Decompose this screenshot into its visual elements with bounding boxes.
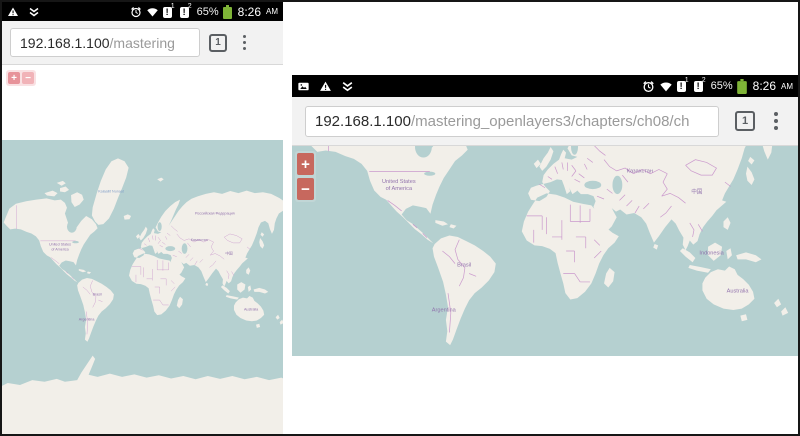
map-label-brazil: Brasil [457, 262, 471, 268]
tab-switcher-button[interactable]: 1 [735, 111, 755, 131]
url-bar[interactable]: 192.168.1.100/mastering_openlayers3/chap… [305, 105, 719, 137]
battery-icon [222, 4, 232, 19]
clock-time: 8:26 [237, 4, 261, 19]
url-bar[interactable]: 192.168.1.100/mastering [10, 28, 200, 57]
battery-icon [736, 78, 747, 94]
zoom-in-button[interactable]: + [8, 72, 20, 84]
map-label-brazil: Brasil [93, 293, 102, 297]
zoom-out-button[interactable]: − [297, 178, 314, 200]
screenshot-icon [298, 82, 309, 90]
zoom-in-button[interactable]: + [297, 153, 314, 175]
double-chevron-down-icon [342, 81, 353, 91]
status-right-icons: ! 1 ! 2 65% 8:26 AM [642, 77, 793, 94]
sim2-alert-icon: ! 2 [693, 77, 706, 93]
browser-menu-button[interactable] [243, 35, 246, 50]
wifi-icon [659, 81, 672, 91]
map-label-australia: Australia [244, 308, 259, 312]
map-viewport[interactable]: Kalaallit Nunaat Российская Федерация Ка… [2, 140, 283, 434]
map-label-china: 中国 [225, 250, 233, 255]
map-label-usa-2: of America [51, 247, 69, 251]
tab-switcher-button[interactable]: 1 [209, 33, 227, 52]
url-path: /mastering [109, 34, 175, 51]
ol-zoom-control: + − [6, 70, 36, 86]
map-label-usa: United States [49, 242, 71, 246]
browser-menu-button[interactable] [774, 112, 778, 130]
battery-percent: 65% [710, 80, 733, 92]
alarm-icon [642, 80, 654, 92]
world-map[interactable]: United States of America Казахстан 中国 Br… [292, 146, 798, 356]
clock-meridiem: AM [781, 81, 793, 91]
sim1-alert-icon: ! 1 [676, 77, 689, 93]
double-chevron-down-icon [29, 7, 39, 16]
sim1-alert-icon: ! 1 [162, 3, 175, 19]
map-viewport[interactable]: United States of America Казахстан 中国 Br… [292, 146, 798, 356]
sim2-alert-icon: ! 2 [179, 3, 192, 19]
map-label-greenland: Kalaallit Nunaat [98, 189, 124, 193]
warning-icon [320, 81, 331, 91]
warning-icon [8, 7, 18, 16]
zoom-out-button[interactable]: − [22, 72, 34, 84]
map-label-australia: Australia [727, 288, 750, 294]
status-bar: ! 1 ! 2 65% 8:26 AM [2, 2, 283, 21]
status-left-icons [7, 6, 40, 18]
status-left-icons [297, 80, 354, 93]
phone-landscape-screenshot: ! 1 ! 2 65% 8:26 AM 192.168.1.100/masterin… [292, 75, 798, 356]
clock-time: 8:26 [752, 79, 776, 93]
ol-zoom-control: + − [295, 151, 316, 202]
map-label-indonesia: Indonesia [699, 251, 724, 257]
browser-toolbar: 192.168.1.100/mastering 1 [2, 21, 283, 65]
map-label-usa-2: of America [386, 186, 413, 192]
status-bar: ! 1 ! 2 65% 8:26 AM [292, 75, 798, 97]
url-host: 192.168.1.100 [20, 34, 110, 51]
screenshot-canvas: ! 1 ! 2 65% 8:26 AM 192.168.1.100/masterin… [0, 0, 800, 436]
clock-meridiem: AM [266, 7, 278, 16]
map-label-kazakhstan: Казахстан [191, 238, 208, 242]
url-path: /mastering_openlayers3/chapters/ch08/ch [410, 112, 690, 130]
map-label-argentina: Argentina [79, 317, 96, 321]
phone-portrait-screenshot: ! 1 ! 2 65% 8:26 AM 192.168.1.100/masterin… [2, 2, 283, 434]
map-label-russia: Российская Федерация [195, 211, 235, 215]
map-label-usa: United States [382, 179, 416, 185]
battery-percent: 65% [196, 5, 219, 18]
wifi-icon [146, 7, 158, 16]
world-map[interactable]: Kalaallit Nunaat Российская Федерация Ка… [2, 140, 283, 434]
url-host: 192.168.1.100 [315, 112, 411, 130]
alarm-icon [130, 6, 141, 17]
map-label-kazakhstan: Казахстан [627, 168, 653, 174]
browser-toolbar: 192.168.1.100/mastering_openlayers3/chap… [292, 97, 798, 146]
status-right-icons: ! 1 ! 2 65% 8:26 AM [130, 3, 278, 19]
map-label-argentina: Argentina [432, 307, 457, 313]
